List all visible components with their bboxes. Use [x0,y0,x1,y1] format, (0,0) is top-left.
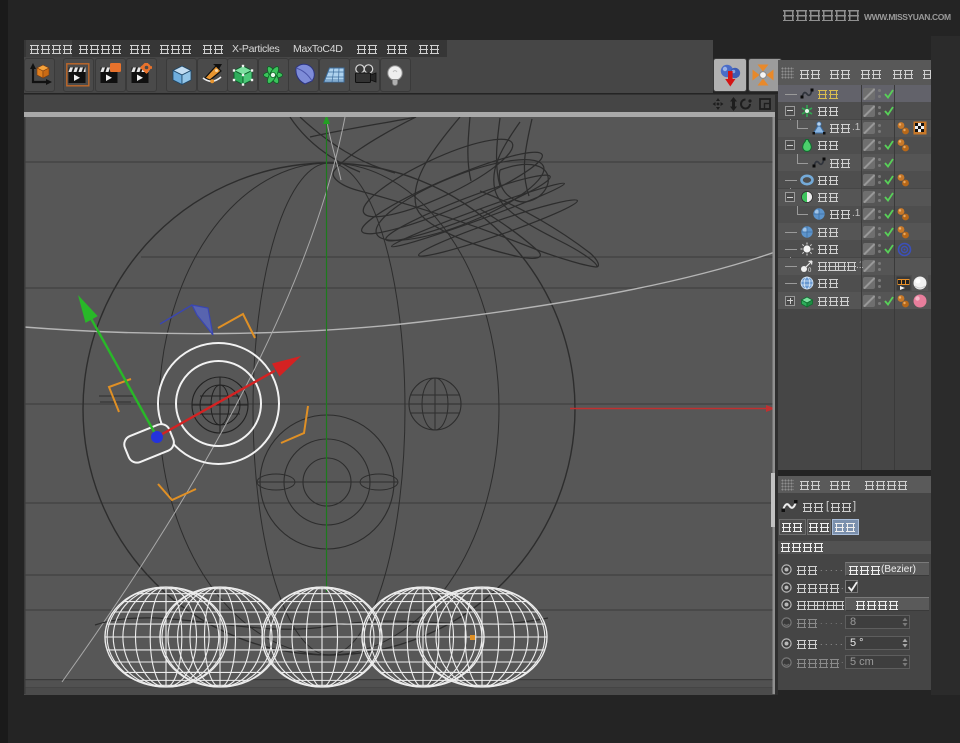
svg-text:0: 0 [808,268,812,273]
